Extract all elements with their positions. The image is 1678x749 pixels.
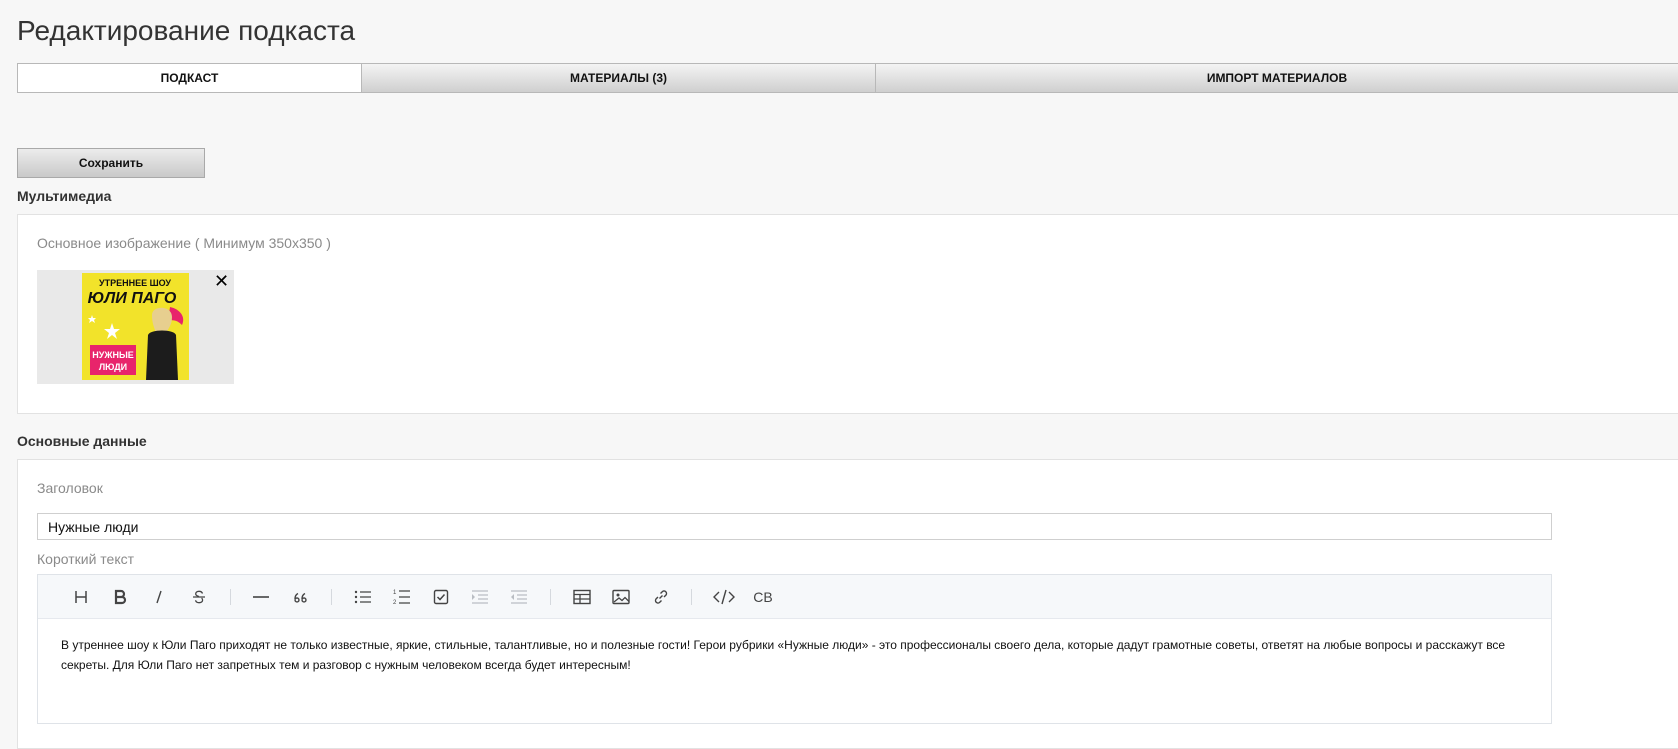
save-button[interactable]: Сохранить — [17, 148, 205, 178]
heading-icon[interactable] — [70, 586, 92, 608]
title-input[interactable] — [37, 513, 1552, 540]
bullet-list-icon[interactable] — [352, 586, 374, 608]
quote-icon[interactable] — [289, 586, 311, 608]
outdent-icon[interactable] — [508, 586, 530, 608]
bold-icon[interactable] — [109, 586, 131, 608]
indent-icon[interactable] — [469, 586, 491, 608]
image-icon[interactable] — [610, 586, 632, 608]
multimedia-panel: Основное изображение ( Минимум 350x350 )… — [17, 214, 1678, 414]
horizontal-rule-icon[interactable] — [250, 586, 272, 608]
svg-text:2: 2 — [393, 600, 397, 606]
main-image-preview: УТРЕННЕЕ ШОУ ЮЛИ ПАГО НУЖНЫЕ ЛЮДИ ✕ — [37, 270, 234, 384]
table-icon[interactable] — [571, 586, 593, 608]
svg-text:УТРЕННЕЕ ШОУ: УТРЕННЕЕ ШОУ — [99, 278, 171, 288]
code-block-icon[interactable]: CB — [752, 586, 774, 608]
main-data-panel: Заголовок Короткий текст — [17, 459, 1678, 749]
short-text-editor: 12 CB В утреннее шоу к Юли Паго приходят… — [37, 574, 1552, 724]
main-image-label: Основное изображение ( Минимум 350x350 ) — [37, 235, 331, 251]
ordered-list-icon[interactable]: 12 — [391, 586, 413, 608]
editor-toolbar: 12 CB — [38, 575, 1551, 619]
tab-import-materials[interactable]: ИМПОРТ МАТЕРИАЛОВ — [876, 64, 1678, 92]
short-text-content[interactable]: В утреннее шоу к Юли Паго приходят не то… — [38, 619, 1551, 691]
svg-text:ЛЮДИ: ЛЮДИ — [99, 362, 127, 372]
tab-materials[interactable]: МАТЕРИАЛЫ (3) — [362, 64, 876, 92]
svg-text:ЮЛИ ПАГО: ЮЛИ ПАГО — [88, 290, 177, 307]
podcast-cover-image: УТРЕННЕЕ ШОУ ЮЛИ ПАГО НУЖНЫЕ ЛЮДИ — [82, 273, 189, 380]
link-icon[interactable] — [650, 586, 672, 608]
short-text-label: Короткий текст — [37, 551, 135, 567]
multimedia-heading: Мультимедиа — [17, 188, 112, 204]
main-data-heading: Основные данные — [17, 433, 147, 449]
svg-text:1: 1 — [393, 590, 397, 596]
task-list-icon[interactable] — [430, 586, 452, 608]
code-icon[interactable] — [713, 586, 735, 608]
remove-image-icon[interactable]: ✕ — [214, 272, 229, 290]
strikethrough-icon[interactable] — [188, 586, 210, 608]
tab-bar: ПОДКАСТ МАТЕРИАЛЫ (3) ИМПОРТ МАТЕРИАЛОВ — [17, 63, 1678, 93]
italic-icon[interactable] — [148, 586, 170, 608]
tab-podcast[interactable]: ПОДКАСТ — [18, 64, 362, 92]
page-title: Редактирование подкаста — [17, 15, 356, 46]
svg-text:НУЖНЫЕ: НУЖНЫЕ — [92, 350, 134, 360]
title-label: Заголовок — [37, 480, 103, 496]
